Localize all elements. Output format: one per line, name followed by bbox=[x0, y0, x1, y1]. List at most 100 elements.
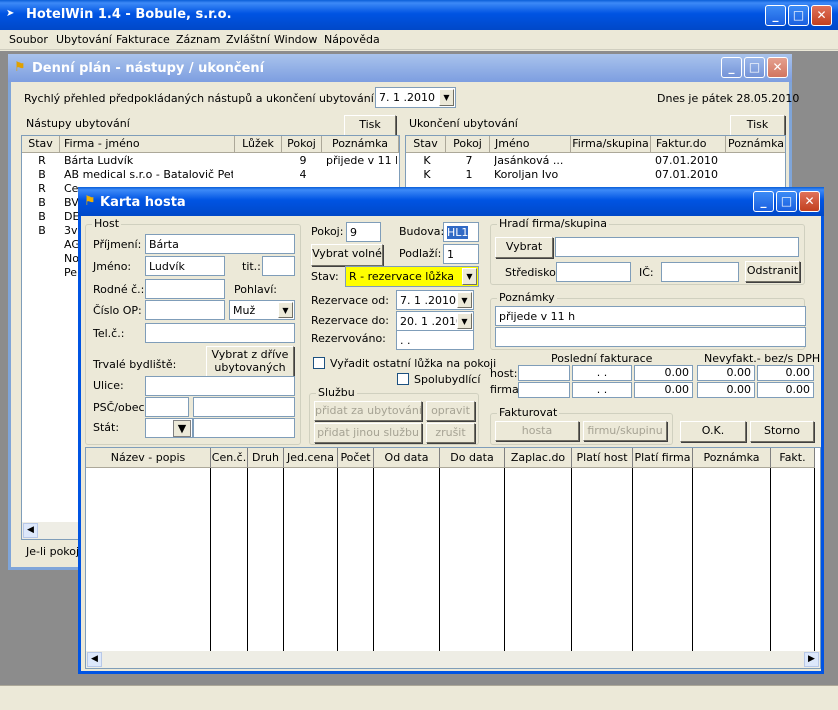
ulice-field[interactable] bbox=[145, 376, 295, 396]
table-row[interactable]: B AB medical s.r.o - Batalovič Petr 4 bbox=[22, 168, 399, 182]
grid-col-header[interactable]: Počet bbox=[338, 448, 374, 468]
menu-window[interactable]: Window bbox=[274, 33, 317, 46]
table-row[interactable]: K 1 Koroljan Ivo 07.01.2010 bbox=[406, 168, 785, 182]
opravit-button[interactable]: opravit bbox=[426, 401, 475, 421]
grid-column-divider bbox=[692, 468, 693, 651]
pridat-jinou-button[interactable]: přidat jinou službu bbox=[314, 423, 422, 443]
grid-col-header[interactable]: Od data bbox=[374, 448, 440, 468]
chevron-down-icon[interactable]: ▼ bbox=[439, 89, 454, 106]
scroll-left-icon[interactable]: ◀ bbox=[23, 523, 38, 538]
arrivals-col-poznamka[interactable]: Poznámka bbox=[322, 136, 399, 153]
grid-col-header[interactable]: Jed.cena bbox=[284, 448, 338, 468]
menu-fakturace[interactable]: Fakturace bbox=[116, 33, 170, 46]
chevron-down-icon[interactable]: ▼ bbox=[462, 268, 477, 285]
arrivals-col-pokoj[interactable]: Pokoj bbox=[282, 136, 322, 153]
departures-col-faktur[interactable]: Faktur.do bbox=[651, 136, 726, 153]
obec-field[interactable] bbox=[193, 397, 295, 417]
daily-close-button[interactable]: ✕ bbox=[767, 57, 788, 78]
grid-col-header[interactable]: Cen.č. bbox=[211, 448, 248, 468]
zrusit-button[interactable]: zrušit bbox=[426, 423, 475, 443]
tit-field[interactable] bbox=[262, 256, 295, 276]
grid-hscrollbar[interactable]: ◀ ▶ bbox=[86, 651, 820, 668]
stav-value: R - rezervace lůžka bbox=[349, 270, 454, 283]
stat-dropdown-icon[interactable]: ▼ bbox=[173, 420, 191, 437]
odstranit-button[interactable]: Odstranit bbox=[745, 261, 800, 282]
card-minimize-button[interactable]: _ bbox=[753, 191, 774, 212]
vyradit-checkbox[interactable] bbox=[313, 357, 325, 369]
grid-col-header[interactable]: Poznámka bbox=[693, 448, 771, 468]
table-row[interactable]: R Bárta Ludvík 9 přijede v 11 h bbox=[22, 154, 399, 168]
rodne-field[interactable] bbox=[145, 279, 225, 299]
rez-do-field[interactable]: 20. 1 .2010 ▼ bbox=[396, 311, 474, 331]
vybrat-volne-button[interactable]: Vybrat volné bbox=[311, 244, 383, 266]
stredisko-field[interactable] bbox=[556, 262, 631, 282]
maximize-button[interactable]: □ bbox=[788, 5, 809, 26]
chevron-down-icon[interactable]: ▼ bbox=[278, 302, 293, 318]
daily-maximize-button[interactable]: □ bbox=[744, 57, 765, 78]
departures-col-poznamka[interactable]: Poznámka bbox=[726, 136, 785, 153]
grid-col-header[interactable]: Platí firma bbox=[633, 448, 693, 468]
vybrat-drive-button[interactable]: Vybrat z dříve ubytovaných bbox=[206, 346, 294, 377]
grid-col-header[interactable]: Platí host bbox=[572, 448, 633, 468]
grid-col-header[interactable]: Do data bbox=[440, 448, 505, 468]
scroll-left-icon[interactable]: ◀ bbox=[87, 652, 102, 667]
firma-field[interactable] bbox=[555, 237, 799, 257]
card-maximize-button[interactable]: □ bbox=[776, 191, 797, 212]
services-grid: Název - popis Cen.č. Druh Jed.cena Počet Od d… bbox=[85, 447, 821, 669]
rezervovano-field[interactable]: . . bbox=[396, 330, 474, 350]
prijmeni-field[interactable]: Bárta bbox=[145, 234, 295, 254]
grid-col-header[interactable]: Fakt. bbox=[771, 448, 815, 468]
podlazi-field[interactable]: 1 bbox=[443, 244, 479, 264]
departures-col-jmeno[interactable]: Jméno bbox=[490, 136, 571, 153]
jmeno-field[interactable]: Ludvík bbox=[145, 256, 225, 276]
menu-soubor[interactable]: Soubor bbox=[9, 33, 48, 46]
pohlavi-select[interactable]: Muž ▼ bbox=[229, 300, 295, 320]
table-row[interactable]: K 7 Jasánková ... 07.01.2010 bbox=[406, 154, 785, 168]
stat-field[interactable] bbox=[193, 418, 295, 438]
scroll-right-icon[interactable]: ▶ bbox=[804, 652, 819, 667]
vybrat-firma-button[interactable]: Vybrat bbox=[495, 237, 553, 258]
pridat-ubyt-button[interactable]: přidat za ubytování bbox=[314, 401, 422, 421]
menu-zvlastni[interactable]: Zvláštní bbox=[226, 33, 270, 46]
stav-select[interactable]: R - rezervace lůžka ▼ bbox=[345, 266, 479, 287]
grid-column-divider bbox=[632, 468, 633, 651]
menu-zaznam[interactable]: Záznam bbox=[176, 33, 220, 46]
pokoj-field[interactable]: 9 bbox=[346, 222, 381, 242]
chevron-down-icon[interactable]: ▼ bbox=[457, 292, 472, 308]
psc-field[interactable] bbox=[145, 397, 189, 417]
rezervovano-label: Rezervováno: bbox=[311, 332, 386, 345]
table-cell: R bbox=[38, 154, 46, 167]
budova-field[interactable]: HL1 bbox=[443, 222, 479, 242]
arrivals-col-firma[interactable]: Firma - jméno bbox=[60, 136, 235, 153]
rez-od-field[interactable]: 7. 1 .2010 ▼ bbox=[396, 290, 474, 310]
menu-napoveda[interactable]: Nápověda bbox=[324, 33, 380, 46]
chevron-down-icon[interactable]: ▼ bbox=[457, 313, 472, 329]
ok-button[interactable]: O.K. bbox=[680, 421, 746, 442]
departures-col-pokoj[interactable]: Pokoj bbox=[446, 136, 490, 153]
arrivals-col-stav[interactable]: Stav bbox=[22, 136, 60, 153]
close-button[interactable]: ✕ bbox=[811, 5, 832, 26]
arrivals-col-luzek[interactable]: Lůžek bbox=[235, 136, 282, 153]
daily-minimize-button[interactable]: _ bbox=[721, 57, 742, 78]
cislo-op-field[interactable] bbox=[145, 300, 225, 320]
departures-col-firma[interactable]: Firma/skupina bbox=[571, 136, 651, 153]
poznamky-line2[interactable] bbox=[495, 327, 806, 347]
menu-ubytovani[interactable]: Ubytování bbox=[56, 33, 112, 46]
grid-col-header[interactable]: Zaplac.do bbox=[505, 448, 572, 468]
grid-col-header[interactable]: Druh bbox=[248, 448, 284, 468]
arrivals-print-button[interactable]: Tisk bbox=[344, 115, 396, 136]
fakturovat-firmu-button[interactable]: firmu/skupinu bbox=[583, 421, 667, 441]
poznamky-line1[interactable]: přijede v 11 h bbox=[495, 306, 806, 326]
overview-date-select[interactable]: 7. 1 .2010 ▼ bbox=[375, 87, 456, 108]
minimize-button[interactable]: _ bbox=[765, 5, 786, 26]
tel-field[interactable] bbox=[145, 323, 295, 343]
storno-button[interactable]: Storno bbox=[750, 421, 814, 442]
fakturovat-hosta-button[interactable]: hosta bbox=[495, 421, 579, 441]
departures-col-stav[interactable]: Stav bbox=[406, 136, 446, 153]
spolubydlici-checkbox[interactable] bbox=[397, 373, 409, 385]
departures-print-button[interactable]: Tisk bbox=[730, 115, 785, 136]
table-cell: Jasánková ... bbox=[494, 154, 564, 167]
grid-col-header[interactable]: Název - popis bbox=[86, 448, 211, 468]
card-close-button[interactable]: ✕ bbox=[799, 191, 820, 212]
ic-field[interactable] bbox=[661, 262, 739, 282]
